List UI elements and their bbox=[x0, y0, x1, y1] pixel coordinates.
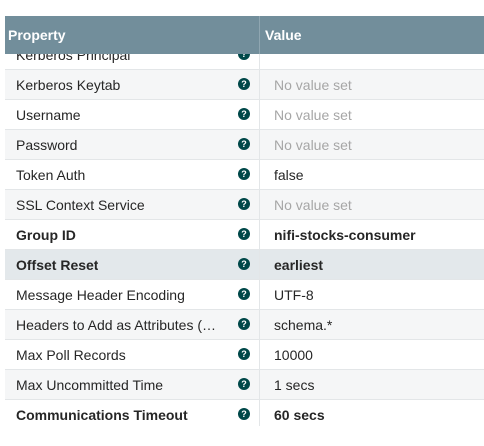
property-value[interactable]: No value set bbox=[274, 197, 352, 213]
column-divider bbox=[259, 310, 260, 339]
property-name: Kerberos Keytab bbox=[16, 77, 121, 93]
column-divider bbox=[259, 100, 260, 129]
help-icon[interactable]: ? bbox=[238, 348, 250, 360]
property-value[interactable]: 60 secs bbox=[274, 407, 325, 423]
help-icon[interactable]: ? bbox=[238, 318, 250, 330]
table-row[interactable]: Token Auth? false bbox=[5, 160, 484, 190]
column-divider bbox=[259, 220, 260, 249]
table-row[interactable]: Max Uncommitted Time? 1 secs bbox=[5, 370, 484, 400]
help-icon[interactable]: ? bbox=[238, 288, 250, 300]
table-row[interactable]: Communications Timeout? 60 secs bbox=[5, 400, 484, 426]
column-divider bbox=[259, 160, 260, 189]
column-divider bbox=[259, 400, 260, 426]
property-name: Group ID bbox=[16, 227, 76, 243]
property-name: SSL Context Service bbox=[16, 197, 145, 213]
help-icon[interactable]: ? bbox=[238, 408, 250, 420]
column-divider[interactable] bbox=[259, 16, 260, 54]
property-value[interactable]: No value set bbox=[274, 77, 352, 93]
table-header: Property Value bbox=[5, 16, 484, 54]
property-name: Username bbox=[16, 107, 81, 123]
property-value[interactable]: nifi-stocks-consumer bbox=[274, 227, 416, 243]
property-value[interactable]: false bbox=[274, 167, 304, 183]
table-row[interactable]: Username? No value set bbox=[5, 100, 484, 130]
properties-rows: Kerberos Principal? Kerberos Keytab? No va… bbox=[5, 40, 484, 426]
column-divider bbox=[259, 130, 260, 159]
table-row[interactable]: Kerberos Keytab? No value set bbox=[5, 70, 484, 100]
property-value[interactable]: No value set bbox=[274, 137, 352, 153]
table-row[interactable]: Headers to Add as Attributes (Regex)? sch… bbox=[5, 310, 484, 340]
help-icon[interactable]: ? bbox=[238, 198, 250, 210]
table-row[interactable]: Offset Reset? earliest bbox=[5, 250, 484, 280]
column-divider bbox=[259, 340, 260, 369]
property-value[interactable]: 1 secs bbox=[274, 377, 314, 393]
column-divider bbox=[259, 250, 260, 279]
column-divider bbox=[259, 280, 260, 309]
property-value[interactable]: schema.* bbox=[274, 317, 332, 333]
property-value[interactable]: earliest bbox=[274, 257, 323, 273]
help-icon[interactable]: ? bbox=[238, 228, 250, 240]
value-column-header[interactable]: Value bbox=[265, 27, 302, 43]
property-value[interactable]: 10000 bbox=[274, 347, 313, 363]
help-icon[interactable]: ? bbox=[238, 168, 250, 180]
table-row[interactable]: SSL Context Service? No value set bbox=[5, 190, 484, 220]
column-divider bbox=[259, 370, 260, 399]
help-icon[interactable]: ? bbox=[238, 78, 250, 90]
help-icon[interactable]: ? bbox=[238, 258, 250, 270]
help-icon[interactable]: ? bbox=[238, 138, 250, 150]
property-name: Offset Reset bbox=[16, 257, 99, 273]
table-row[interactable]: Max Poll Records? 10000 bbox=[5, 340, 484, 370]
property-name: Message Header Encoding bbox=[16, 287, 185, 303]
help-icon[interactable]: ? bbox=[238, 378, 250, 390]
column-divider bbox=[259, 190, 260, 219]
help-icon[interactable]: ? bbox=[238, 108, 250, 120]
property-column-header[interactable]: Property bbox=[8, 27, 66, 43]
column-divider bbox=[259, 70, 260, 99]
property-value[interactable]: No value set bbox=[274, 107, 352, 123]
properties-table: Kerberos Principal? Kerberos Keytab? No va… bbox=[5, 16, 484, 426]
property-name: Max Poll Records bbox=[16, 347, 126, 363]
property-name: Password bbox=[16, 137, 78, 153]
property-value[interactable]: UTF-8 bbox=[274, 287, 314, 303]
property-name: Max Uncommitted Time bbox=[16, 377, 164, 393]
table-row[interactable]: Message Header Encoding? UTF-8 bbox=[5, 280, 484, 310]
table-row[interactable]: Group ID? nifi-stocks-consumer bbox=[5, 220, 484, 250]
property-name: Headers to Add as Attributes (Regex) bbox=[16, 317, 216, 333]
property-name: Communications Timeout bbox=[16, 407, 188, 423]
property-name: Token Auth bbox=[16, 167, 86, 183]
table-row[interactable]: Password? No value set bbox=[5, 130, 484, 160]
